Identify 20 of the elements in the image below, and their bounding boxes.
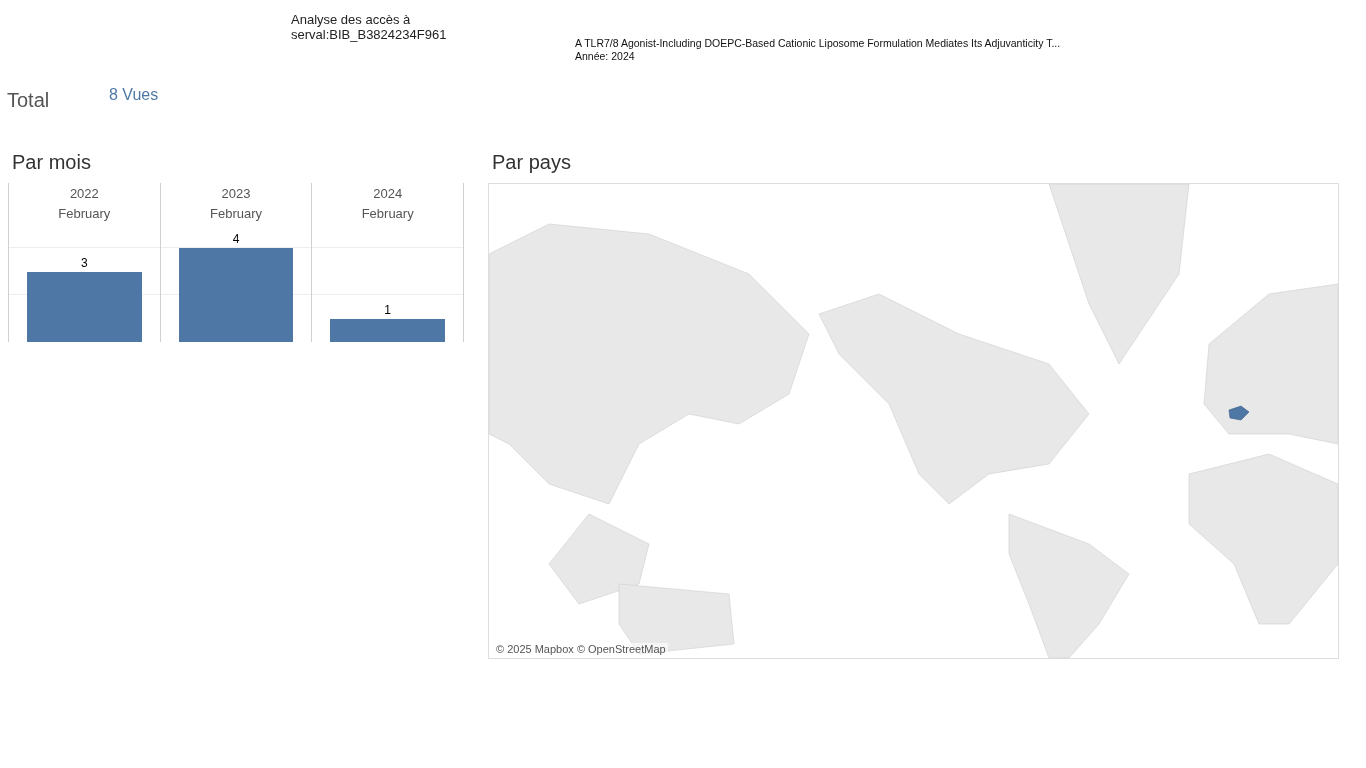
year-header: 2024 <box>373 186 403 201</box>
section-title: Par pays <box>491 150 572 175</box>
year-header: 2022 <box>69 186 99 201</box>
section-title: Par mois <box>11 150 92 175</box>
page-title: serval:BIB_B3824234F961 <box>291 27 448 42</box>
year-header: 2023 <box>221 186 251 201</box>
total-value: 8 Vues <box>109 86 159 104</box>
page-title: Analyse des accès à <box>291 12 412 27</box>
month-header: February <box>58 206 111 221</box>
bar-value-label: 3 <box>81 255 88 270</box>
bar[interactable] <box>330 318 445 342</box>
month-header: February <box>361 206 414 221</box>
publication-title: A TLR7/8 Agonist-Including DOEPC-Based Cationic Liposome Formulation Mediates Its Adjuvanticity T... <box>575 37 1061 50</box>
bar-value-label: 4 <box>232 232 240 246</box>
month-header: February <box>210 206 262 221</box>
total-label: Total <box>7 89 51 112</box>
map-attribution: © 2025 Mapbox © OpenStreetMap <box>494 643 668 655</box>
publication-year: Année: 2024 <box>575 50 636 63</box>
bar-value-label: 1 <box>384 302 391 317</box>
world-map[interactable]: © 2025 Mapbox © OpenStreetMap <box>488 183 1339 659</box>
